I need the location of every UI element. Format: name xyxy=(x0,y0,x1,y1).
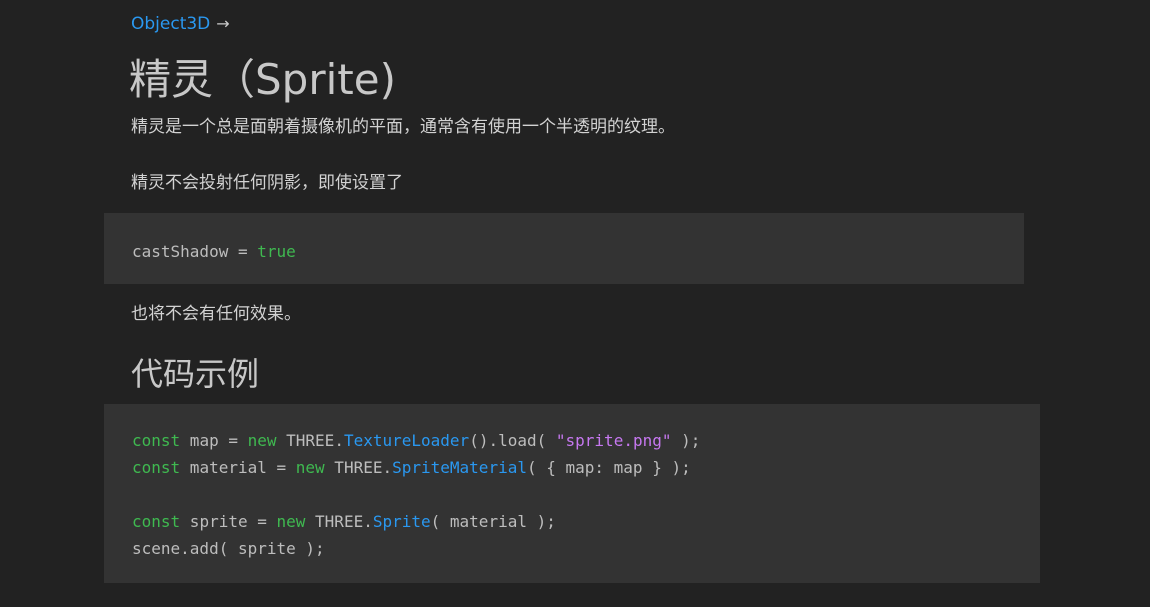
code-token: THREE. xyxy=(276,431,344,450)
code-line-5: scene.add( sprite ); xyxy=(132,535,700,562)
code-token: ().load( xyxy=(469,431,556,450)
code-token-keyword: const xyxy=(132,512,181,531)
code-token: ); xyxy=(671,431,701,450)
code-token-class: SpriteMaterial xyxy=(392,458,527,477)
code-token-class: Sprite xyxy=(372,512,431,531)
code-token: map = xyxy=(180,431,248,450)
arrow-right-icon: → xyxy=(216,14,230,33)
code-token-keyword: const xyxy=(132,431,181,450)
cast-shadow-code-block: castShadow = true xyxy=(104,213,1024,284)
code-token: scene.add( sprite ); xyxy=(132,539,325,558)
code-token-keyword: new xyxy=(276,512,306,531)
code-line-4: const sprite = new THREE.Sprite( materia… xyxy=(132,508,700,535)
code-line-2: const material = new THREE.SpriteMateria… xyxy=(132,454,700,481)
docs-page: Object3D → 精灵（Sprite) 精灵是一个总是面朝着摄像机的平面，通… xyxy=(0,0,1150,607)
code-token: ( material ); xyxy=(430,512,556,531)
no-effect-paragraph: 也将不会有任何效果。 xyxy=(131,304,301,324)
code-example-heading: 代码示例 xyxy=(131,355,260,393)
code-token-property: castShadow xyxy=(132,242,229,261)
code-token: material = xyxy=(180,458,296,477)
code-example-block: const map = new THREE.TextureLoader().lo… xyxy=(104,404,1040,583)
code-token-class: TextureLoader xyxy=(343,431,470,450)
code-token-string: "sprite.png" xyxy=(555,431,672,450)
code-lines: const map = new THREE.TextureLoader().lo… xyxy=(132,427,700,562)
code-token-value: true xyxy=(257,242,296,261)
shadow-note-paragraph: 精灵不会投射任何阴影，即使设置了 xyxy=(131,173,403,193)
code-token-operator: = xyxy=(228,242,258,261)
code-token: THREE. xyxy=(305,512,373,531)
code-line-1: const map = new THREE.TextureLoader().lo… xyxy=(132,427,700,454)
code-line: castShadow = true xyxy=(132,238,296,265)
page-title: 精灵（Sprite) xyxy=(129,55,396,104)
code-token-keyword: new xyxy=(295,458,325,477)
code-token: ( { map: map } ); xyxy=(526,458,691,477)
code-token-keyword: new xyxy=(247,431,277,450)
code-token: sprite = xyxy=(180,512,277,531)
code-token-keyword: const xyxy=(132,458,181,477)
description-paragraph: 精灵是一个总是面朝着摄像机的平面，通常含有使用一个半透明的纹理。 xyxy=(131,117,675,137)
breadcrumb: Object3D → xyxy=(131,13,230,35)
parent-class-link[interactable]: Object3D xyxy=(131,13,210,35)
code-token: THREE. xyxy=(324,458,393,477)
